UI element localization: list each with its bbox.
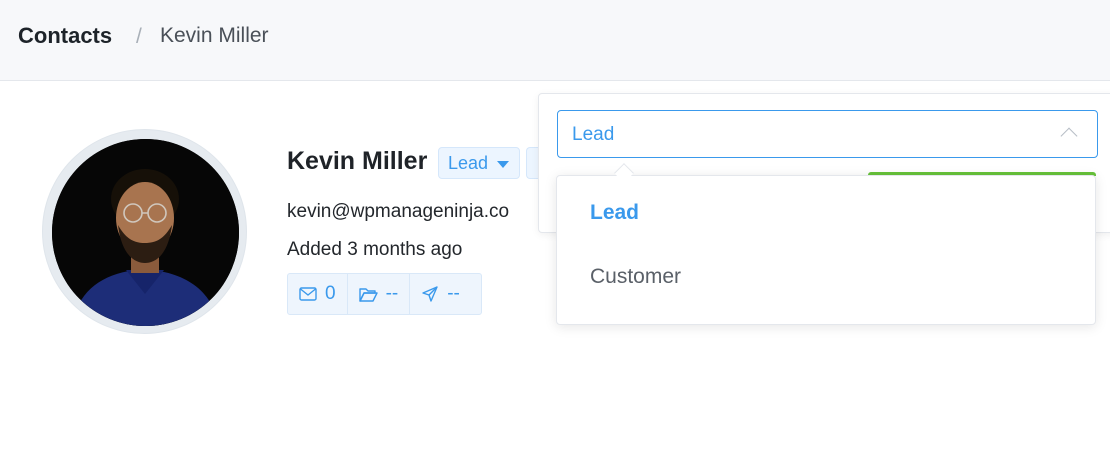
mail-icon (299, 287, 317, 301)
send-icon (422, 286, 438, 302)
chevron-up-icon[interactable] (1060, 127, 1078, 145)
breadcrumb-separator: / (136, 25, 142, 48)
emails-count: 0 (325, 283, 336, 304)
contact-name: Kevin Miller (287, 147, 428, 175)
status-dropdown-button[interactable]: Lead (438, 147, 520, 179)
caret-down-icon (497, 161, 509, 168)
lists-stat[interactable]: -- (348, 274, 411, 314)
emails-stat[interactable]: 0 (288, 274, 348, 314)
page-header: Contacts / Kevin Miller (0, 0, 1110, 81)
folder-icon (358, 287, 378, 302)
avatar-image (52, 139, 239, 326)
option-lead[interactable]: Lead (590, 201, 639, 225)
status-label: Lead (448, 153, 489, 173)
avatar[interactable] (52, 139, 239, 326)
status-select[interactable]: Lead (557, 110, 1098, 158)
campaigns-count: -- (447, 283, 460, 304)
campaigns-stat[interactable]: -- (410, 274, 471, 314)
breadcrumb-current: Kevin Miller (160, 24, 269, 47)
status-options-menu (556, 175, 1096, 325)
option-customer[interactable]: Customer (590, 265, 681, 289)
breadcrumb-contacts-link[interactable]: Contacts (18, 23, 112, 49)
contact-email: kevin@wpmanageninja.co (287, 201, 510, 222)
status-select-value: Lead (572, 124, 615, 145)
lists-count: -- (385, 283, 399, 304)
avatar-frame (42, 129, 247, 334)
contact-added-time: Added 3 months ago (287, 239, 463, 260)
contact-stats-bar: 0 -- -- (287, 273, 482, 315)
